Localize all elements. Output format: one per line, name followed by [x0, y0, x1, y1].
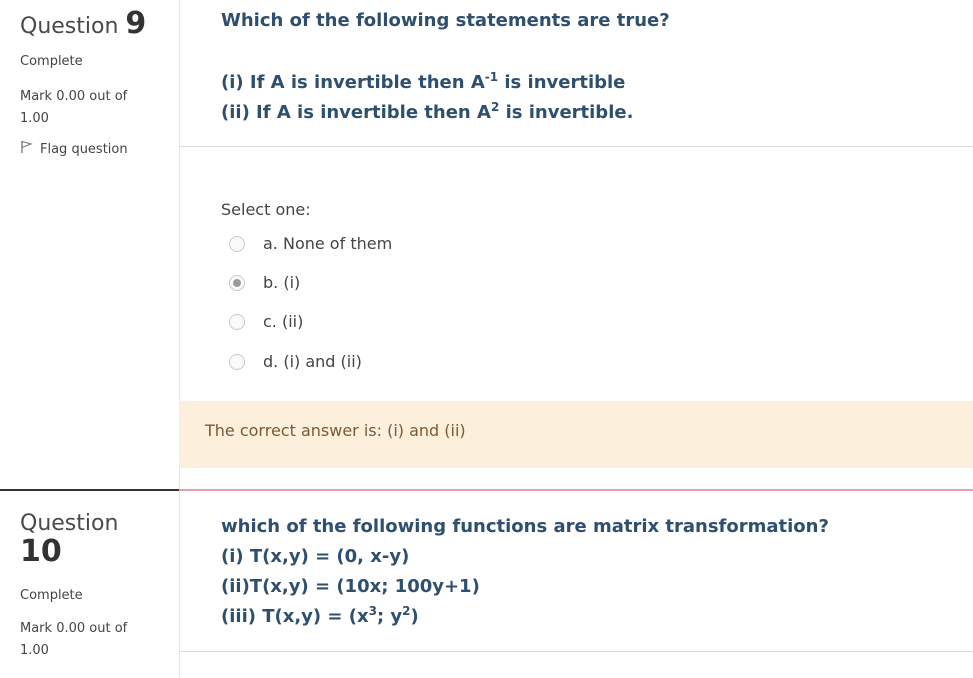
radio-icon[interactable] [229, 274, 245, 291]
question-9-mark: Mark 0.00 out of 1.00 [20, 89, 128, 126]
question-10-label: Question [20, 511, 119, 536]
statement-1-tail: is invertible [498, 72, 626, 93]
feedback-text: The correct answer is: (i) and (ii) [205, 421, 466, 440]
question-10-state: Complete [20, 588, 83, 603]
question-10-number: 10 [20, 534, 62, 569]
question-10-line-1: (i) T(x,y) = (0, x-y) [221, 546, 410, 567]
radio-icon[interactable] [229, 313, 245, 330]
flag-question-label: Flag question [40, 141, 128, 157]
statement-1-text: (i) If A is invertible then A [221, 72, 485, 93]
option-c-label: c. (ii) [263, 312, 304, 331]
question-9-title: Which of the following statements are tr… [221, 10, 670, 31]
question-10-heading: Question 10 [20, 512, 118, 568]
option-d-label: d. (i) and (ii) [263, 352, 362, 371]
question-10-content: which of the following functions are mat… [179, 490, 973, 678]
question-9-content: Which of the following statements are tr… [179, 0, 973, 490]
answer-option-b[interactable]: b. (i) [229, 273, 300, 292]
radio-icon[interactable] [229, 235, 245, 252]
question-9-state: Complete [20, 54, 83, 69]
line-3-exponent-2: 2 [402, 604, 411, 618]
flag-icon [20, 140, 34, 158]
statement-2-text: (ii) If A is invertible then A [221, 102, 491, 123]
line-3-mid: ; y [376, 606, 403, 627]
question-10-mark: Mark 0.00 out of 1.00 [20, 621, 128, 658]
line-3-exponent-1: 3 [368, 604, 377, 618]
statement-2-tail: is invertible. [499, 102, 634, 123]
answer-option-c[interactable]: c. (ii) [229, 312, 303, 331]
quiz-review-page: Question 9 Complete Mark 0.00 out of 1.0… [0, 0, 973, 678]
option-b-label: b. (i) [263, 273, 301, 292]
option-a-label: a. None of them [263, 234, 393, 253]
question-9-heading: Question 9 [20, 6, 146, 41]
correct-answer-feedback: The correct answer is: (i) and (ii) [179, 401, 973, 468]
flag-question-button[interactable]: Flag question [20, 140, 128, 158]
answer-option-d[interactable]: d. (i) and (ii) [229, 352, 362, 371]
answer-option-a[interactable]: a. None of them [229, 234, 392, 253]
question-10-line-2: (ii)T(x,y) = (10x; 100y+1) [221, 576, 480, 597]
question-9-number: 9 [125, 6, 147, 41]
question-9-statement-1: (i) If A is invertible then A-1 is inver… [221, 70, 625, 93]
question-10-info: Question 10 Complete Mark 0.00 out of 1.… [0, 490, 179, 678]
question-10-line-3: (iii) T(x,y) = (x3; y2) [221, 604, 419, 627]
statement-1-exponent: -1 [484, 70, 499, 84]
question-10-divider [179, 651, 973, 652]
question-9-info: Question 9 Complete Mark 0.00 out of 1.0… [0, 0, 179, 490]
question-10-title: which of the following functions are mat… [221, 516, 829, 537]
question-9-label: Question [20, 14, 119, 39]
select-one-prompt: Select one: [221, 200, 311, 219]
radio-icon[interactable] [229, 353, 245, 370]
question-9-divider [179, 146, 973, 147]
line-3-text: (iii) T(x,y) = (x [221, 606, 369, 627]
line-3-tail: ) [410, 606, 419, 627]
question-9-statement-2: (ii) If A is invertible then A2 is inver… [221, 100, 633, 123]
